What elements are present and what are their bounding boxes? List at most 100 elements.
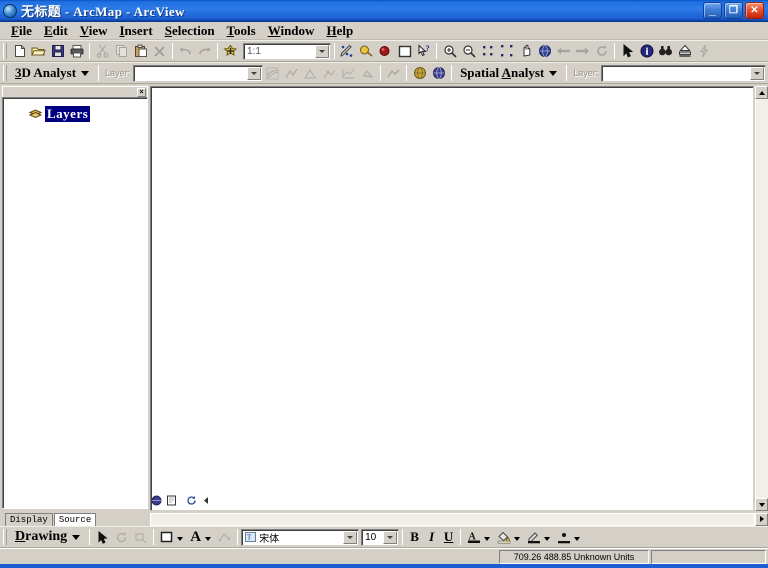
- fill-color-picker[interactable]: [494, 528, 524, 547]
- hyperlink-icon[interactable]: [694, 42, 713, 61]
- vertical-scroll-track[interactable]: [755, 99, 768, 498]
- chevron-down-icon[interactable]: [514, 536, 521, 541]
- map-tips-icon[interactable]: [357, 42, 376, 61]
- create-profile-icon[interactable]: [384, 64, 403, 83]
- menu-window[interactable]: Window: [262, 22, 321, 40]
- nudge-element-icon[interactable]: [131, 528, 150, 547]
- chevron-down-icon[interactable]: [549, 70, 558, 76]
- copy-icon[interactable]: [112, 42, 131, 61]
- paste-icon[interactable]: [131, 42, 150, 61]
- marker-color-picker[interactable]: [554, 528, 584, 547]
- minimize-icon[interactable]: _: [703, 2, 722, 19]
- font-color-icon[interactable]: A: [464, 528, 483, 547]
- toc-tree[interactable]: Layers: [2, 97, 148, 509]
- toolbar-grip[interactable]: [3, 529, 7, 545]
- vertical-scrollbar[interactable]: [754, 86, 768, 511]
- chevron-down-icon[interactable]: [544, 536, 551, 541]
- new-rectangle-tool[interactable]: [157, 528, 176, 547]
- map-scale-combo[interactable]: 1:1: [243, 42, 331, 60]
- chevron-down-icon[interactable]: [383, 530, 398, 544]
- redo-icon[interactable]: [195, 42, 214, 61]
- delete-icon[interactable]: [150, 42, 169, 61]
- cut-icon[interactable]: [93, 42, 112, 61]
- show-hide-toc-icon[interactable]: [376, 42, 395, 61]
- zoom-out-icon[interactable]: [459, 42, 478, 61]
- map-canvas[interactable]: [150, 86, 754, 511]
- toolbar-grip[interactable]: [3, 43, 7, 59]
- marker-dot-icon[interactable]: [554, 528, 573, 547]
- chevron-down-icon[interactable]: [205, 536, 212, 541]
- scroll-down-arrow[interactable]: [755, 498, 768, 511]
- refresh-view-icon[interactable]: [185, 494, 198, 507]
- go-back-extent-icon[interactable]: [554, 42, 573, 61]
- spatial-analyst-layer-combo[interactable]: [601, 64, 766, 82]
- new-text-tool[interactable]: A: [187, 528, 204, 546]
- font-size-combo[interactable]: 10: [361, 528, 400, 546]
- line-color-picker[interactable]: [524, 528, 554, 547]
- edit-vertices-icon[interactable]: [215, 528, 234, 547]
- editor-toolbar-icon[interactable]: [338, 42, 357, 61]
- chevron-down-icon[interactable]: [81, 70, 90, 76]
- chevron-down-icon[interactable]: [484, 536, 491, 541]
- pan-icon[interactable]: [516, 42, 535, 61]
- menu-file[interactable]: File: [5, 22, 38, 40]
- layers-root-node[interactable]: Layers: [28, 106, 91, 122]
- chevron-down-icon[interactable]: [247, 66, 262, 80]
- restore-icon[interactable]: ❐: [724, 2, 743, 19]
- print-icon[interactable]: [67, 42, 86, 61]
- menu-view[interactable]: View: [74, 22, 114, 40]
- menu-edit[interactable]: Edit: [38, 22, 74, 40]
- menu-tools[interactable]: Tools: [221, 22, 262, 40]
- zoom-in-icon[interactable]: [440, 42, 459, 61]
- horizontal-scroll-track[interactable]: [150, 512, 755, 526]
- full-extent-icon[interactable]: [535, 42, 554, 61]
- save-icon[interactable]: [48, 42, 67, 61]
- close-icon[interactable]: ✕: [745, 2, 764, 19]
- pencil-line-icon[interactable]: [524, 528, 543, 547]
- contour-icon[interactable]: [263, 64, 282, 83]
- find-icon[interactable]: [656, 42, 675, 61]
- identify-icon[interactable]: [637, 42, 656, 61]
- whats-this-icon[interactable]: ?: [414, 42, 433, 61]
- line-of-sight-icon[interactable]: [301, 64, 320, 83]
- surface-area-icon[interactable]: [358, 64, 377, 83]
- fixed-zoom-in-icon[interactable]: [478, 42, 497, 61]
- go-forward-extent-icon[interactable]: [573, 42, 592, 61]
- chevron-down-icon[interactable]: [343, 530, 358, 544]
- globe-view-icon[interactable]: [429, 64, 448, 83]
- spatial-analyst-menu[interactable]: Spatial Analyst: [455, 65, 547, 81]
- drawing-menu[interactable]: Drawing: [10, 529, 70, 545]
- select-elements-icon[interactable]: [93, 528, 112, 547]
- scroll-right-arrow[interactable]: [755, 512, 768, 526]
- chevron-down-icon[interactable]: [72, 534, 81, 540]
- measure-icon[interactable]: [675, 42, 694, 61]
- refresh-icon[interactable]: [592, 42, 611, 61]
- font-color-picker[interactable]: A: [464, 528, 494, 547]
- menu-selection[interactable]: Selection: [159, 22, 221, 40]
- open-icon[interactable]: [29, 42, 48, 61]
- undo-icon[interactable]: [176, 42, 195, 61]
- font-family-combo[interactable]: T 宋体: [241, 528, 360, 546]
- fixed-zoom-out-icon[interactable]: [497, 42, 516, 61]
- scroll-up-arrow[interactable]: [755, 86, 768, 99]
- add-data-icon[interactable]: [221, 42, 240, 61]
- data-view-icon[interactable]: [150, 494, 163, 507]
- menu-help[interactable]: Help: [320, 22, 359, 40]
- select-features-icon[interactable]: [618, 42, 637, 61]
- paint-bucket-icon[interactable]: [494, 528, 513, 547]
- italic-button[interactable]: I: [423, 528, 440, 546]
- chevron-down-icon[interactable]: [177, 536, 184, 541]
- globe-scene-icon[interactable]: [410, 64, 429, 83]
- rotate-element-icon[interactable]: [112, 528, 131, 547]
- pause-drawing-icon[interactable]: [200, 494, 213, 507]
- 3d-analyst-layer-combo[interactable]: [133, 64, 264, 82]
- close-icon[interactable]: ×: [137, 87, 146, 97]
- chevron-down-icon[interactable]: [574, 536, 581, 541]
- menu-insert[interactable]: Insert: [113, 22, 158, 40]
- 3d-analyst-menu[interactable]: 3D Analyst: [10, 65, 79, 81]
- underline-button[interactable]: U: [440, 528, 457, 546]
- layout-view-icon[interactable]: [395, 42, 414, 61]
- chevron-down-icon[interactable]: [315, 44, 329, 58]
- bold-button[interactable]: B: [406, 528, 423, 546]
- interpolate-line-icon[interactable]: [320, 64, 339, 83]
